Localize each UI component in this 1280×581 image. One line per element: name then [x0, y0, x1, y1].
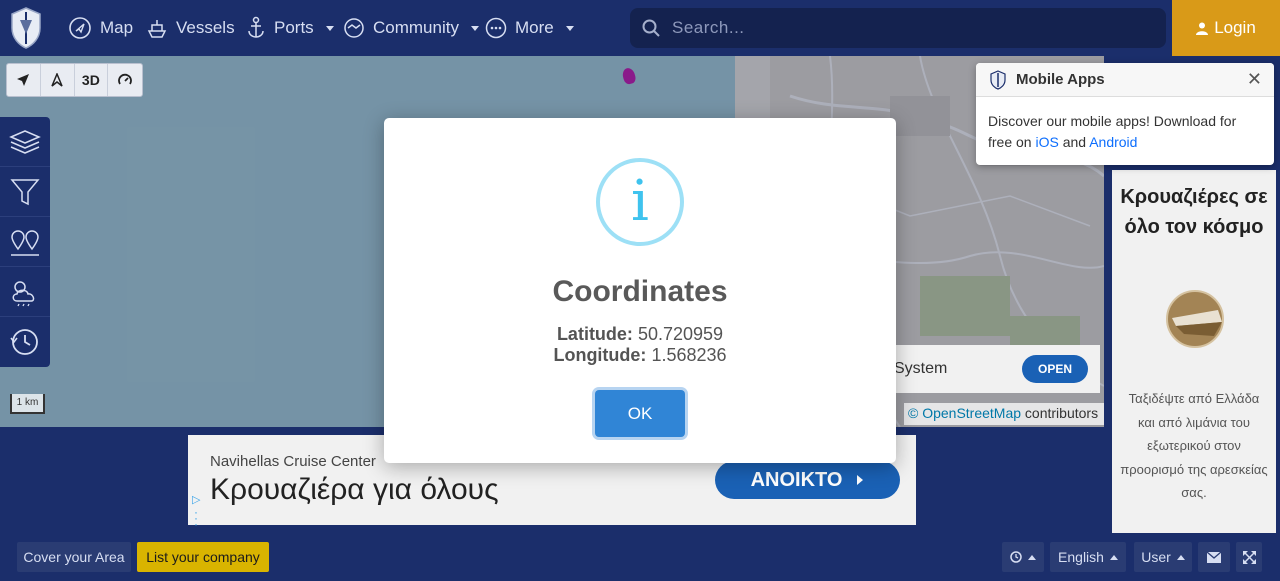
map-ad-open-button[interactable]: OPEN: [1021, 355, 1088, 383]
right-ad-banner[interactable]: Κρουαζιέρες σε όλο τον κόσμο Ταξιδέψτε α…: [1112, 170, 1276, 533]
language-label: English: [1058, 549, 1104, 565]
bottom-ad-button-label: ΑΝΟΙΚΤΟ: [750, 468, 843, 491]
coordinates-dialog: i Coordinates Latitude: 50.720959 Longit…: [384, 118, 896, 463]
site-logo[interactable]: [8, 6, 44, 50]
latitude-row: Latitude: 50.720959: [384, 324, 896, 345]
user-dropdown[interactable]: User: [1134, 542, 1192, 572]
latitude-value: 50.720959: [637, 324, 724, 344]
info-icon: i: [596, 158, 684, 246]
ad-menu-icon[interactable]: · · ·: [194, 506, 198, 530]
clock-icon: [1010, 551, 1022, 563]
mobile-apps-title: Mobile Apps: [1016, 71, 1105, 88]
history-icon: [10, 329, 38, 355]
chevron-up-icon: [1176, 554, 1185, 560]
layers-icon: [9, 129, 41, 154]
compass-icon: [69, 17, 91, 39]
map-sidebar: [0, 117, 50, 367]
nav-more-label: More: [515, 18, 554, 37]
ship-icon: [147, 20, 167, 38]
bottom-ad-headline: Κρουαζιέρα για όλους: [210, 473, 499, 506]
nav-more[interactable]: More: [485, 0, 574, 56]
dialog-title: Coordinates: [552, 275, 728, 308]
map-toolbar: 3D: [6, 63, 143, 97]
list-company-button[interactable]: List your company: [137, 542, 269, 572]
weather-button[interactable]: [0, 267, 50, 317]
ok-button[interactable]: OK: [595, 390, 685, 437]
search-icon: [642, 19, 660, 37]
nav-ports-label: Ports: [274, 18, 314, 37]
search-bar: [630, 8, 1166, 48]
gauge-button[interactable]: [108, 64, 142, 96]
gauge-icon: [118, 73, 133, 85]
weather-icon: [12, 280, 35, 306]
cover-area-button[interactable]: Cover your Area: [17, 542, 131, 572]
map-scale: 1 km: [10, 394, 45, 414]
map-pins-icon: [11, 229, 39, 256]
locate-button[interactable]: [7, 64, 41, 96]
attribution-text: contributors: [1021, 405, 1099, 421]
places-button[interactable]: [0, 217, 50, 267]
north-button[interactable]: [41, 64, 75, 96]
right-ad-logo: [1166, 290, 1224, 348]
more-dots-icon: [485, 17, 507, 39]
fullscreen-button[interactable]: [1236, 542, 1262, 572]
mobile-apps-body: Discover our mobile apps! Download for f…: [976, 97, 1274, 153]
handshake-icon: [344, 18, 364, 38]
longitude-value: 1.568236: [651, 345, 727, 365]
location-arrow-icon: [17, 74, 30, 86]
3d-button[interactable]: 3D: [75, 64, 109, 96]
top-navbar: Map Vessels Ports Community More Login: [0, 0, 1280, 56]
chevron-up-icon: [1109, 554, 1118, 560]
language-dropdown[interactable]: English: [1050, 542, 1126, 572]
right-ad-title: Κρουαζιέρες σε όλο τον κόσμο: [1120, 186, 1268, 238]
user-icon: [1196, 22, 1209, 35]
footer-bar: Cover your Area List your company Englis…: [0, 533, 1280, 581]
nav-map[interactable]: Map: [68, 0, 133, 56]
mobile-apps-header: Mobile Apps: [976, 63, 1274, 97]
osm-link[interactable]: © OpenStreetMap: [908, 405, 1021, 421]
anchor-icon: [248, 16, 264, 38]
user-label: User: [1141, 549, 1171, 565]
nav-community[interactable]: Community: [343, 0, 479, 56]
login-button[interactable]: Login: [1172, 0, 1280, 56]
layers-button[interactable]: [0, 117, 50, 167]
chevron-down-icon: [470, 25, 479, 31]
close-icon[interactable]: ✕: [1247, 69, 1262, 90]
nav-vessels[interactable]: Vessels: [146, 0, 235, 56]
right-ad-description: Ταξιδέψτε από Ελλάδα και από λιμάνια του…: [1120, 391, 1268, 500]
ios-link[interactable]: iOS: [1035, 134, 1058, 150]
login-label: Login: [1214, 18, 1256, 37]
mobile-apps-popup: Mobile Apps ✕ Discover our mobile apps! …: [976, 63, 1274, 165]
chevron-right-icon: [857, 475, 864, 485]
time-dropdown[interactable]: [1002, 542, 1044, 572]
latitude-label: Latitude:: [556, 324, 633, 344]
north-arrow-icon: [51, 73, 63, 87]
longitude-row: Longitude: 1.568236: [384, 345, 896, 366]
filter-icon: [10, 178, 40, 205]
history-button[interactable]: [0, 317, 50, 367]
app-logo-icon: [990, 69, 1006, 90]
map-ad-banner[interactable]: System OPEN: [870, 345, 1100, 393]
contact-button[interactable]: [1198, 542, 1230, 572]
chevron-down-icon: [565, 25, 574, 31]
dialog-content: Latitude: 50.720959 Longitude: 1.568236: [384, 324, 896, 366]
expand-icon: [1242, 550, 1256, 564]
bottom-ad-advertiser: Navihellas Cruise Center: [210, 453, 376, 470]
envelope-icon: [1207, 551, 1221, 563]
android-link[interactable]: Android: [1089, 134, 1137, 150]
bottom-ad-open-button[interactable]: ΑΝΟΙΚΤΟ: [715, 461, 900, 499]
map-attribution: © OpenStreetMap contributors: [904, 403, 1104, 425]
filter-button[interactable]: [0, 167, 50, 217]
search-input[interactable]: [672, 18, 1152, 38]
nav-ports[interactable]: Ports: [246, 0, 334, 56]
longitude-label: Longitude:: [553, 345, 647, 365]
map-ad-text: System: [894, 360, 948, 377]
chevron-down-icon: [325, 25, 334, 31]
chevron-up-icon: [1028, 554, 1036, 560]
nav-community-label: Community: [373, 18, 459, 37]
nav-map-label: Map: [100, 18, 134, 37]
mobile-apps-and: and: [1058, 134, 1090, 150]
nav-vessels-label: Vessels: [176, 18, 235, 37]
